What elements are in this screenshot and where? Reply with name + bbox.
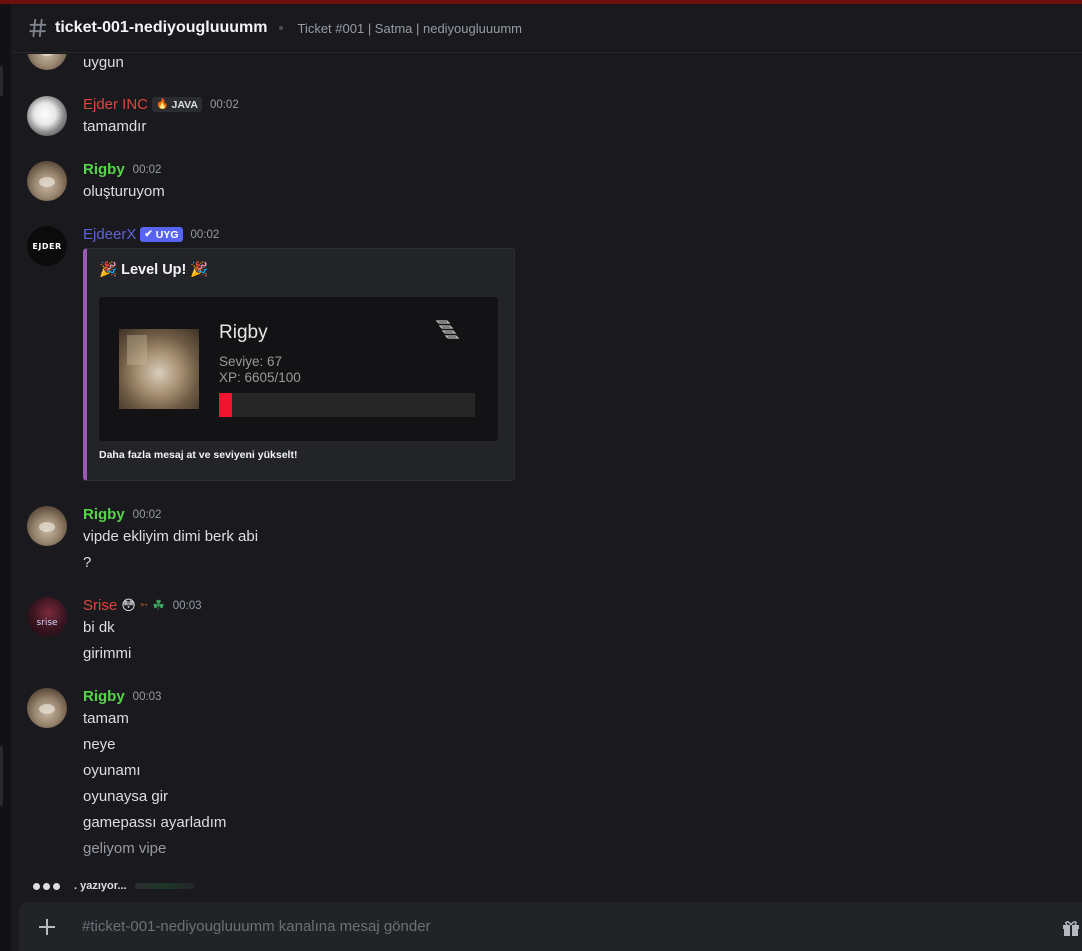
typing-indicator: . yazıyor... [33,880,195,892]
avatar[interactable] [27,54,67,70]
message-text: uygun [83,54,124,71]
checkmark-icon: ✔ [144,229,153,240]
message-text: oyunaysa gir [83,788,169,805]
username[interactable]: Srise [83,597,117,614]
avatar[interactable] [27,688,67,728]
message-input[interactable] [82,911,1042,942]
message-header: EjdeerX ✔ UYG 00:02 [83,226,219,243]
sidebar-scroll-indicator [0,66,3,96]
timestamp[interactable]: 00:02 [210,99,239,111]
embed-title: 🎉 Level Up! 🎉 [99,262,209,278]
user-avatar-image [119,329,199,409]
server-sidebar-edge [0,4,11,951]
arrow-icon: ➳ [139,600,149,611]
level-card-image[interactable]: Rigby Seviye: 67 XP: 6605/100 [99,297,498,441]
fire-icon: 🔥 [156,99,169,110]
message-text: vipde ekliyim dimi berk abi [83,528,259,545]
timestamp[interactable]: 00:02 [133,509,162,521]
card-xp: XP: 6605/100 [219,370,301,385]
message-text: girimmi [83,645,132,662]
card-level: Seviye: 67 [219,354,283,369]
avatar-text: srise [36,618,58,628]
channel-topic[interactable]: Ticket #001 | Satma | nediyougluuumm [297,21,522,36]
username[interactable]: Rigby [83,506,125,523]
emoji-icon: 😳 [121,597,136,614]
username[interactable]: Rigby [83,688,125,705]
plus-icon[interactable] [36,916,58,938]
server-tag[interactable]: 🔥 JAVA [152,97,202,112]
typing-dots-icon [33,882,60,890]
message-header: Rigby 00:02 [83,506,161,523]
message-text: tamam [83,710,129,727]
timestamp[interactable]: 00:02 [191,229,220,241]
gift-icon[interactable] [1062,920,1080,936]
typing-user-emojis [134,883,195,889]
username[interactable]: Rigby [83,161,125,178]
timestamp[interactable]: 00:02 [133,164,162,176]
avatar[interactable] [27,506,67,546]
timestamp[interactable]: 00:03 [173,600,202,612]
channel-header: ticket-001-nediyougluuumm Ticket #001 | … [11,4,1082,53]
message-header: Rigby 00:03 [83,688,161,705]
username[interactable]: Ejder INC [83,96,148,113]
timestamp[interactable]: 00:03 [133,691,162,703]
message-text-pending: geliyom vipe [83,840,167,857]
server-tag[interactable]: ✔ UYG [140,227,183,242]
xp-progress-fill [219,393,232,417]
xp-progress-bar [219,393,475,417]
message-header: Srise 😳 ➳ ☘ 00:03 [83,597,202,614]
message-text: oluşturuyom [83,183,165,200]
header-separator [279,26,284,30]
avatar[interactable]: srise [27,597,67,637]
hash-icon [29,18,47,38]
message-list[interactable]: uygun Ejder INC 🔥 JAVA 00:02 tamamdır Ri… [11,54,1082,900]
username[interactable]: EjdeerX [83,226,136,243]
typing-text: . yazıyor... [74,880,127,892]
stack-icon [435,320,460,339]
message-header: Ejder INC 🔥 JAVA 00:02 [83,96,239,113]
message-text: oyunamı [83,762,141,779]
avatar[interactable]: EJDER [27,226,67,266]
message-composer [19,902,1082,951]
avatar[interactable] [27,161,67,201]
message-text: bi dk [83,619,115,636]
server-tag-label: UYG [155,228,179,241]
message-text: ? [83,554,92,571]
clover-icon: ☘ [152,597,165,614]
level-up-embed: 🎉 Level Up! 🎉 Rigby Seviye: 67 XP: 6605/… [83,248,515,481]
server-tag-label: JAVA [171,98,198,111]
message-text: neye [83,736,116,753]
avatar-text: EJDER [32,241,62,251]
message-header: Rigby 00:02 [83,161,161,178]
embed-footer: Daha fazla mesaj at ve seviyeni yükselt! [99,449,298,461]
message-text: gamepassı ayarladım [83,814,227,831]
card-username: Rigby [219,322,268,343]
message-text: tamamdır [83,118,147,135]
avatar[interactable] [27,96,67,136]
channel-title[interactable]: ticket-001-nediyougluuumm [55,19,267,37]
sidebar-scroll-indicator [0,746,3,806]
